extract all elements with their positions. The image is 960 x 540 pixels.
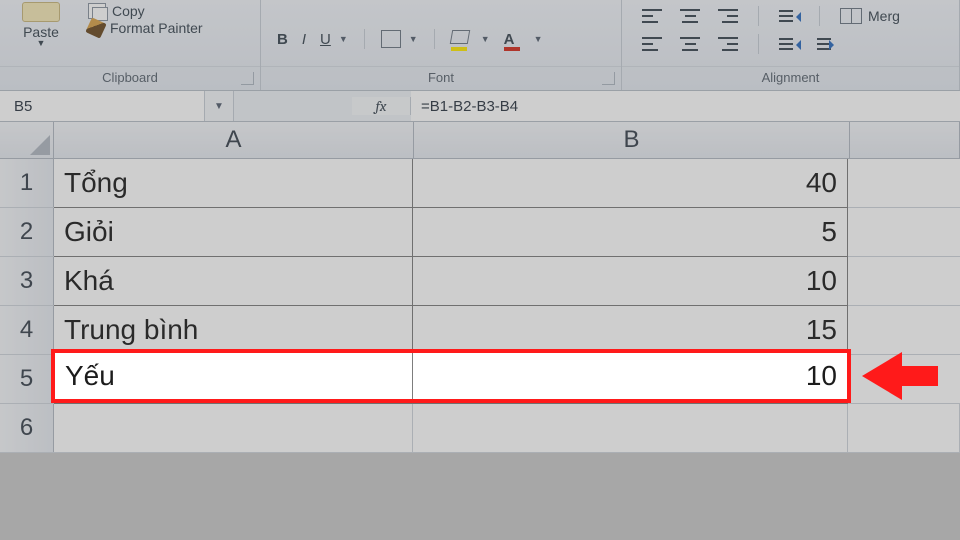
- row-1: 1 Tổng 40: [0, 159, 960, 208]
- cell-A6[interactable]: [54, 404, 413, 453]
- ribbon-group-clipboard: Paste ▼ Copy Format Painter Clipboard: [0, 0, 261, 90]
- fill-color-button[interactable]: [451, 30, 473, 48]
- clipboard-launcher-icon[interactable]: [241, 72, 254, 85]
- row-header-2[interactable]: 2: [0, 208, 54, 256]
- formula-input[interactable]: =B1-B2-B3-B4: [411, 91, 960, 121]
- highlight-row-5: Yếu 10: [51, 349, 851, 403]
- cell-C4[interactable]: [848, 306, 960, 355]
- paste-button[interactable]: Paste ▼: [0, 0, 82, 66]
- clipboard-icon: [22, 2, 60, 22]
- format-painter-button[interactable]: Format Painter: [88, 20, 250, 36]
- font-group-title: Font: [428, 70, 454, 85]
- clipboard-group-title: Clipboard: [102, 70, 158, 85]
- fx-button[interactable]: fx: [352, 97, 411, 115]
- align-top-button[interactable]: [642, 9, 662, 23]
- row-header-5[interactable]: 5: [0, 355, 54, 403]
- copy-icon: [88, 3, 106, 19]
- paste-dropdown-icon[interactable]: ▼: [37, 38, 46, 48]
- fill-dropdown-icon[interactable]: ▼: [481, 34, 490, 44]
- align-right-button[interactable]: [718, 37, 738, 51]
- font-color-dropdown-icon[interactable]: ▼: [534, 34, 543, 44]
- merge-label: Merg: [868, 8, 900, 24]
- ribbon-group-alignment: Merg Alignment: [622, 0, 960, 90]
- cell-C2[interactable]: [848, 208, 960, 257]
- row-header-1[interactable]: 1: [0, 159, 54, 207]
- bold-button[interactable]: B: [277, 31, 288, 48]
- select-all-corner[interactable]: [0, 122, 54, 158]
- name-box[interactable]: B5 ▼: [0, 91, 234, 121]
- formula-bar: B5 ▼ fx =B1-B2-B3-B4: [0, 91, 960, 122]
- column-header-C[interactable]: [850, 122, 960, 158]
- name-box-dropdown-icon[interactable]: ▼: [204, 91, 233, 121]
- row-header-4[interactable]: 4: [0, 306, 54, 354]
- italic-button[interactable]: I: [302, 31, 306, 48]
- cell-C6[interactable]: [848, 404, 960, 453]
- name-box-value: B5: [14, 98, 32, 115]
- cell-B4[interactable]: 15: [413, 306, 848, 355]
- underline-dropdown-icon[interactable]: ▼: [339, 34, 348, 44]
- callout-arrow-icon: [862, 352, 902, 400]
- copy-button[interactable]: Copy: [88, 3, 250, 19]
- ribbon-group-font: placeholder B I U▼ ▼ ▼ A▼ Font: [261, 0, 622, 90]
- highlight-cell-B5[interactable]: 10: [413, 353, 847, 399]
- cell-A2[interactable]: Giỏi: [54, 208, 413, 257]
- formula-text: =B1-B2-B3-B4: [421, 98, 518, 115]
- worksheet: A B 1 Tổng 40 2 Giỏi 5 3 Khá 10 4 Trung …: [0, 122, 960, 453]
- cell-B2[interactable]: 5: [413, 208, 848, 257]
- border-button[interactable]: [381, 30, 401, 48]
- cell-A1[interactable]: Tổng: [54, 159, 413, 208]
- merge-cells-button[interactable]: Merg: [840, 8, 900, 24]
- align-bottom-button[interactable]: [718, 9, 738, 23]
- cell-C3[interactable]: [848, 257, 960, 306]
- cell-A3[interactable]: Khá: [54, 257, 413, 306]
- copy-label: Copy: [112, 3, 145, 19]
- cell-C1[interactable]: [848, 159, 960, 208]
- font-launcher-icon[interactable]: [602, 72, 615, 85]
- row-header-3[interactable]: 3: [0, 257, 54, 305]
- font-color-button[interactable]: A: [504, 31, 526, 48]
- row-6: 6: [0, 404, 960, 453]
- row-4: 4 Trung bình 15: [0, 306, 960, 355]
- cell-B3[interactable]: 10: [413, 257, 848, 306]
- cell-A4[interactable]: Trung bình: [54, 306, 413, 355]
- cell-B1[interactable]: 40: [413, 159, 848, 208]
- decrease-indent-button-2[interactable]: [779, 36, 799, 52]
- cell-B6[interactable]: [413, 404, 848, 453]
- underline-button[interactable]: U: [320, 31, 331, 48]
- bucket-icon: [449, 30, 469, 44]
- alignment-group-title: Alignment: [762, 70, 820, 85]
- align-left-button[interactable]: [642, 37, 662, 51]
- align-middle-button[interactable]: [680, 9, 700, 23]
- column-header-B[interactable]: B: [414, 122, 850, 158]
- increase-indent-button[interactable]: [817, 36, 837, 52]
- row-2: 2 Giỏi 5: [0, 208, 960, 257]
- decrease-indent-button[interactable]: [779, 8, 799, 24]
- format-painter-label: Format Painter: [110, 20, 203, 36]
- border-dropdown-icon[interactable]: ▼: [409, 34, 418, 44]
- merge-icon: [840, 8, 862, 24]
- align-center-button[interactable]: [680, 37, 700, 51]
- highlight-cell-A5[interactable]: Yếu: [55, 353, 413, 399]
- row-header-6[interactable]: 6: [0, 404, 54, 452]
- column-header-A[interactable]: A: [54, 122, 414, 158]
- column-headers: A B: [0, 122, 960, 159]
- ribbon: Paste ▼ Copy Format Painter Clipboard pl…: [0, 0, 960, 91]
- row-3: 3 Khá 10: [0, 257, 960, 306]
